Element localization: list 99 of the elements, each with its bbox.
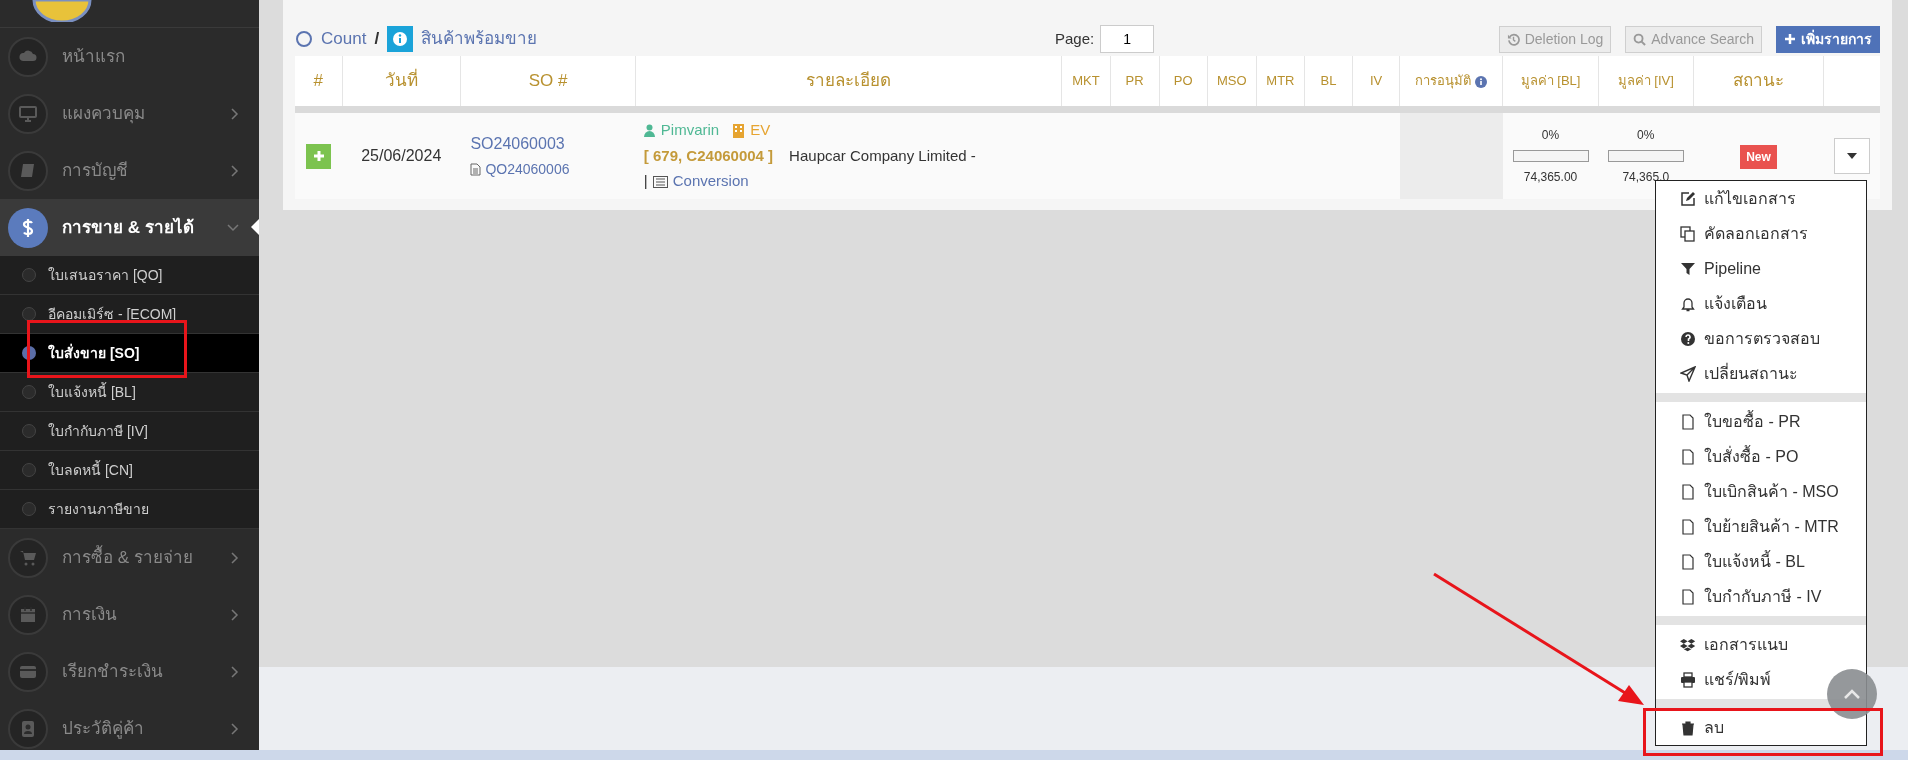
submenu-item[interactable]: ใบแจ้งหนี้ [BL] [0,373,259,412]
send-icon [1680,365,1696,382]
menu-item[interactable]: เอกสารแนบ [1680,627,1788,662]
menu-item[interactable]: ใบกำกับภาษี - IV [1680,579,1822,614]
menu-item[interactable]: ใบขอซื้อ - PR [1680,404,1801,439]
menu-item[interactable]: แก้ไขเอกสาร [1680,181,1796,216]
person-icon [643,124,655,137]
chevron-icon [231,107,239,120]
submenu-item[interactable]: ใบสั่งขาย [SO] [0,334,259,373]
file-icon [1680,413,1696,430]
add-button[interactable]: เพิ่มรายการ [1776,25,1880,53]
channel-link[interactable]: Conversion [672,170,749,193]
separator-text: | [643,171,648,192]
plus-icon [1784,33,1796,45]
menu-item[interactable]: ใบย้ายสินค้า - MTR [1680,509,1839,544]
bullet-icon [22,502,36,516]
monitor-icon [8,93,48,134]
customer-name: Haupcar Company Limited - [789,145,976,166]
menu-item[interactable]: ขอการตรวจสอบ [1680,321,1820,356]
plus-icon [312,150,325,163]
breadcrumb-link[interactable]: Count [321,26,367,52]
bullet-icon [22,268,36,282]
dropdown-button[interactable] [1833,138,1870,174]
question-icon [1680,330,1696,347]
chevron-icon [231,164,239,177]
page-label: Page: [1055,28,1095,49]
menu-item[interactable]: ใบสั่งซื้อ - PO [1680,439,1799,474]
file-icon [1680,448,1696,465]
sidebar-item[interactable]: หน้าแรก [0,28,259,85]
submenu-item[interactable]: ใบลดหนี้ [CN] [0,451,259,490]
salesperson-name: Pimvarin [660,120,720,141]
menu-item[interactable]: แชร์/พิมพ์ [1680,662,1772,697]
submenu-item[interactable]: ใบเสนอราคา [QO] [0,256,259,295]
table-cell: 25/06/2024 [361,147,442,164]
dropbox-icon [1680,636,1696,653]
amount-value: 74,365.00 [1523,169,1578,186]
progress-percent: 0% [1541,127,1560,144]
chevron-up-icon [1843,688,1861,700]
submenu-item[interactable]: ใบกำกับภาษี [IV] [0,412,259,451]
menu-item[interactable]: คัดลอกเอกสาร [1680,216,1808,251]
customer-code: [ 679, C24060004 ] [643,145,774,166]
sidebar-item[interactable]: แผงควบคุม [0,85,259,142]
logo-icon [32,0,92,22]
edit-icon [1680,190,1696,207]
file-icon [1680,553,1696,570]
trash-icon [1680,719,1696,736]
book-icon [8,150,48,191]
status-badge: New [1740,144,1777,169]
calendar-icon [8,594,48,635]
copy-icon [1680,225,1696,242]
progress-percent: 0% [1637,127,1655,144]
submenu-item[interactable]: รายงานภาษีขาย [0,490,259,529]
active-indicator [251,219,259,235]
page-input[interactable]: 1 [1100,25,1155,53]
history-icon [1506,32,1520,46]
file-icon [1680,483,1696,500]
info-icon [387,26,414,52]
breadcrumb-separator: / [374,28,380,51]
dollar-icon [8,207,48,248]
sidebar-item[interactable]: เรียกชำระเงิน [0,643,259,700]
qo-link[interactable]: QO24060006 [485,159,570,180]
breadcrumb-link[interactable]: สินค้าพร้อมขาย [421,26,538,52]
caret-down-icon [1846,153,1857,159]
sidebar-item[interactable]: การเงิน [0,586,259,643]
menu-item[interactable]: เปลี่ยนสถานะ [1680,356,1798,391]
file-icon [1680,518,1696,535]
spinner-icon [295,30,313,48]
branch-label: EV [750,120,771,141]
file-icon [1680,588,1696,605]
menu-item[interactable]: แจ้งเตือน [1680,286,1767,321]
print-icon [1680,671,1696,688]
menu-item[interactable]: ใบเบิกสินค้า - MSO [1680,474,1839,509]
sidebar-item[interactable]: การซื้อ & รายจ่าย [0,529,259,586]
menu-item[interactable]: ใบแจ้งหนี้ - BL [1680,544,1805,579]
sidebar-item[interactable]: การขาย & รายได้ [0,199,259,256]
bullet-icon [22,424,36,438]
cart-icon [8,537,48,578]
so-link[interactable]: SO24060003 [470,132,565,156]
document-icon [470,163,482,176]
sidebar-item[interactable]: การบัญชี [0,142,259,199]
amount-value: 74,365.0 [1622,169,1670,186]
chevron-icon [227,223,239,232]
building-icon [733,123,745,138]
search-icon [1633,32,1647,46]
filter-icon [1680,260,1696,277]
chevron-icon [231,608,239,621]
info-icon [1475,75,1488,88]
bullet-icon [22,463,36,477]
chevron-icon [231,665,239,678]
bullet-icon [22,385,36,399]
cloud-icon [8,36,48,77]
sidebar-item[interactable]: ประวัติคู่ค้า [0,700,259,750]
list-icon [652,175,668,188]
chevron-icon [231,551,239,564]
menu-item[interactable]: Pipeline [1680,251,1761,286]
bell-icon [1680,295,1696,312]
chevron-icon [231,722,239,735]
credit-card-icon [8,651,48,692]
bullet-icon [22,307,36,321]
